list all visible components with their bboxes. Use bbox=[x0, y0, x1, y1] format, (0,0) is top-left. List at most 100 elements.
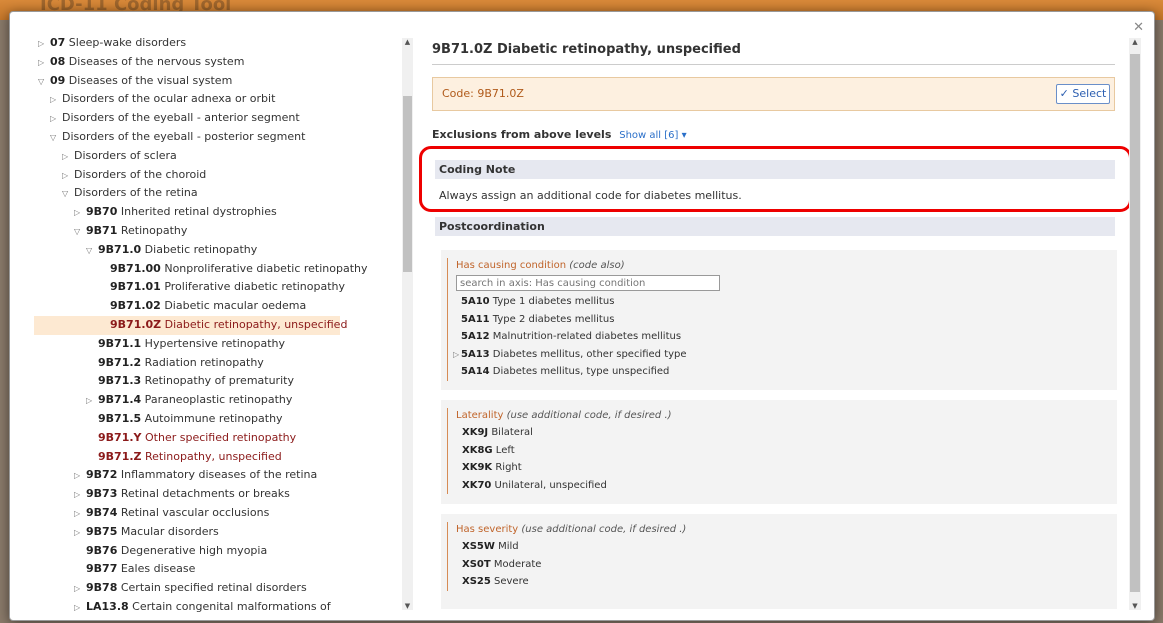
tree-item[interactable]: ▷ 07 Sleep-wake disorders bbox=[38, 34, 400, 53]
expand-arrow-icon[interactable]: ▷ bbox=[74, 505, 86, 524]
causing-value-item[interactable]: 5A10 Type 1 diabetes mellitus bbox=[456, 293, 1117, 311]
causing-value-item[interactable]: 5A12 Malnutrition-related diabetes melli… bbox=[456, 328, 1117, 346]
collapse-arrow-icon[interactable]: ▽ bbox=[50, 129, 62, 148]
severity-value-item[interactable]: XS25 Severe bbox=[456, 573, 1117, 591]
tree-item[interactable]: ▷ 9B73 Retinal detachments or breaks bbox=[38, 485, 400, 504]
laterality-value-item[interactable]: XK70 Unilateral, unspecified bbox=[456, 477, 1117, 495]
detail-scrollbar[interactable]: ▲ ▼ bbox=[1129, 38, 1141, 610]
expand-arrow-icon[interactable]: ▷ bbox=[38, 35, 50, 54]
tree-item[interactable]: ▷ Disorders of sclera bbox=[38, 147, 400, 166]
tree-item[interactable]: ▽ Disorders of the retina bbox=[38, 184, 400, 203]
title-divider bbox=[432, 64, 1115, 65]
tree-item[interactable]: 9B71.1 Hypertensive retinopathy bbox=[38, 335, 400, 354]
exclusions-header: Exclusions from above levels Show all [6… bbox=[432, 128, 687, 141]
tree-item-code: 9B71.0Z bbox=[110, 317, 162, 331]
laterality-value-code: XK8G bbox=[462, 444, 493, 456]
show-all-link[interactable]: Show all [6] ▾ bbox=[619, 130, 686, 141]
expand-arrow-icon[interactable]: ▷ bbox=[50, 110, 62, 129]
tree-item[interactable]: ▷ Disorders of the ocular adnexa or orbit bbox=[38, 90, 400, 109]
tree-item[interactable]: ▽ Disorders of the eyeball - posterior se… bbox=[38, 128, 400, 147]
tree-item-code: 9B71 bbox=[86, 223, 118, 237]
severity-value-label: Moderate bbox=[490, 558, 542, 570]
tree-item[interactable]: 9B71.5 Autoimmune retinopathy bbox=[38, 410, 400, 429]
tree-item[interactable]: ▽ 09 Diseases of the visual system bbox=[38, 72, 400, 91]
tree-item[interactable]: 9B71.01 Proliferative diabetic retinopat… bbox=[38, 278, 400, 297]
tree-item-code: 9B77 bbox=[86, 562, 118, 576]
causing-value-item[interactable]: 5A14 Diabetes mellitus, type unspecified bbox=[456, 363, 1117, 381]
tree-scrollbar[interactable]: ▲ ▼ bbox=[402, 38, 413, 610]
tree-item[interactable]: 9B76 Degenerative high myopia bbox=[38, 542, 400, 561]
expand-arrow-icon[interactable]: ▷ bbox=[453, 346, 461, 364]
tree-item[interactable]: 9B71.2 Radiation retinopathy bbox=[38, 354, 400, 373]
collapse-arrow-icon[interactable]: ▽ bbox=[86, 242, 98, 261]
expand-arrow-icon[interactable]: ▷ bbox=[86, 392, 98, 411]
classification-tree: ▷ 07 Sleep-wake disorders ▷ 08 Diseases of … bbox=[34, 34, 400, 617]
postcoordination-header: Postcoordination bbox=[435, 217, 1115, 236]
tree-item-code: 9B71.01 bbox=[110, 280, 161, 294]
causing-value-label: Type 1 diabetes mellitus bbox=[489, 296, 615, 307]
tree-item[interactable]: ▷ Disorders of the choroid bbox=[38, 166, 400, 185]
tree-item[interactable]: 9B71.Z Retinopathy, unspecified bbox=[38, 448, 400, 467]
scroll-up-icon[interactable]: ▲ bbox=[402, 38, 413, 46]
tree-item[interactable]: 9B71.Y Other specified retinopathy bbox=[38, 429, 400, 448]
scroll-up-icon[interactable]: ▲ bbox=[1129, 38, 1141, 46]
tree-item[interactable]: 9B71.3 Retinopathy of prematurity bbox=[38, 372, 400, 391]
tree-item-code: 9B73 bbox=[86, 487, 118, 501]
laterality-value-code: XK9K bbox=[462, 462, 493, 473]
tree-item-label: Certain congenital malformations of bbox=[128, 599, 331, 613]
tree-item-label: Diseases of the visual system bbox=[65, 73, 233, 87]
expand-arrow-icon[interactable]: ▷ bbox=[74, 467, 86, 486]
expand-arrow-icon[interactable]: ▷ bbox=[62, 148, 74, 167]
expand-arrow-icon[interactable]: ▷ bbox=[74, 599, 86, 618]
close-icon[interactable]: ✕ bbox=[1133, 20, 1144, 35]
scroll-down-icon[interactable]: ▼ bbox=[402, 602, 413, 610]
tree-item[interactable]: ▽ 9B71 Retinopathy bbox=[38, 222, 400, 241]
severity-value-code: XS0T bbox=[462, 558, 491, 570]
tree-item[interactable]: ▷ 9B75 Macular disorders bbox=[38, 523, 400, 542]
tree-item-label: Eales disease bbox=[117, 562, 196, 576]
expand-arrow-icon[interactable]: ▷ bbox=[74, 204, 86, 223]
causing-value-item[interactable]: ▷ 5A13 Diabetes mellitus, other specified… bbox=[453, 346, 1117, 364]
detail-scrollbar-thumb[interactable] bbox=[1130, 54, 1140, 592]
laterality-value-item[interactable]: XK9J Bilateral bbox=[456, 424, 1117, 442]
tree-item[interactable]: 9B71.02 Diabetic macular oedema bbox=[38, 297, 400, 316]
tree-scrollbar-thumb[interactable] bbox=[403, 96, 412, 272]
select-button[interactable]: ✓ Select bbox=[1056, 84, 1110, 104]
expand-arrow-icon[interactable]: ▷ bbox=[74, 486, 86, 505]
severity-value-item[interactable]: XS0T Moderate bbox=[456, 556, 1117, 574]
causing-value-item[interactable]: 5A11 Type 2 diabetes mellitus bbox=[456, 311, 1117, 329]
scroll-down-icon[interactable]: ▼ bbox=[1129, 602, 1141, 610]
collapse-arrow-icon[interactable]: ▽ bbox=[74, 223, 86, 242]
laterality-value-label: Unilateral, unspecified bbox=[491, 479, 607, 491]
expand-arrow-icon[interactable]: ▷ bbox=[74, 524, 86, 543]
tree-item[interactable]: 9B71.0Z Diabetic retinopathy, unspecifie… bbox=[34, 315, 347, 335]
tree-item[interactable]: ▷ 9B78 Certain specified retinal disorder… bbox=[38, 579, 400, 598]
tree-item[interactable]: ▷ 9B72 Inflammatory diseases of the retin… bbox=[38, 466, 400, 485]
entity-detail-modal: ✕ ▷ 07 Sleep-wake disorders ▷ 08 Diseases o… bbox=[9, 11, 1155, 621]
tree-item[interactable]: ▷ LA13.8 Certain congenital malformations… bbox=[38, 598, 400, 617]
laterality-value-item[interactable]: XK8G Left bbox=[456, 442, 1117, 460]
tree-item[interactable]: ▷ 9B70 Inherited retinal dystrophies bbox=[38, 203, 400, 222]
tree-item[interactable]: ▽ 9B71.0 Diabetic retinopathy bbox=[38, 241, 400, 260]
laterality-value-code: XK70 bbox=[462, 479, 492, 491]
tree-item-label: Disorders of sclera bbox=[74, 148, 177, 162]
expand-arrow-icon[interactable]: ▷ bbox=[74, 580, 86, 599]
causing-condition-search-input[interactable] bbox=[456, 275, 720, 291]
collapse-arrow-icon[interactable]: ▽ bbox=[38, 73, 50, 92]
tree-item[interactable]: ▷ Disorders of the eyeball - anterior seg… bbox=[38, 109, 400, 128]
tree-item[interactable]: 9B71.00 Nonproliferative diabetic retino… bbox=[38, 260, 400, 279]
classification-tree-pane: ▷ 07 Sleep-wake disorders ▷ 08 Diseases of … bbox=[10, 12, 420, 620]
laterality-value-item[interactable]: XK9K Right bbox=[456, 459, 1117, 477]
tree-item-code: 9B71.5 bbox=[98, 411, 142, 425]
collapse-arrow-icon[interactable]: ▽ bbox=[62, 185, 74, 204]
severity-value-item[interactable]: XS5W Mild bbox=[456, 538, 1117, 556]
expand-arrow-icon[interactable]: ▷ bbox=[50, 91, 62, 110]
tree-item[interactable]: ▷ 08 Diseases of the nervous system bbox=[38, 53, 400, 72]
tree-item[interactable]: ▷ 9B71.4 Paraneoplastic retinopathy bbox=[38, 391, 400, 410]
expand-arrow-icon[interactable]: ▷ bbox=[62, 167, 74, 186]
laterality-panel: Laterality (use additional code, if desi… bbox=[441, 400, 1117, 504]
tree-item[interactable]: 9B77 Eales disease bbox=[38, 560, 400, 579]
expand-arrow-icon[interactable]: ▷ bbox=[38, 54, 50, 73]
tree-item[interactable]: ▷ 9B74 Retinal vascular occlusions bbox=[38, 504, 400, 523]
causing-value-code: 5A10 bbox=[461, 296, 490, 307]
